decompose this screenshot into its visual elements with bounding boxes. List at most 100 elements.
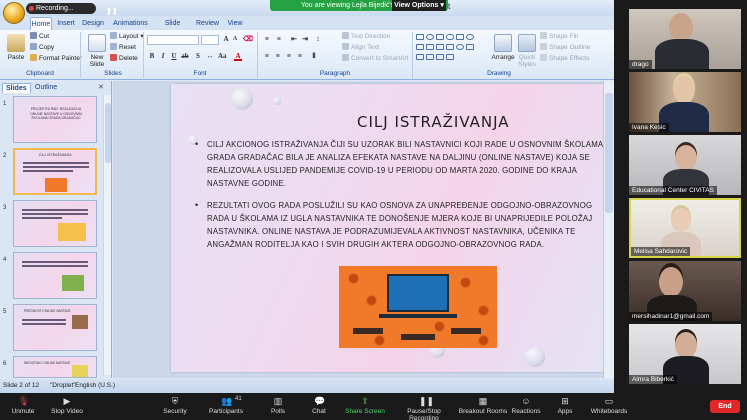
reset-button[interactable]: Reset [110,43,136,51]
convert-smartart-button[interactable]: Convert to SmartArt [342,54,408,62]
increase-indent-icon[interactable]: ⇥ [301,35,309,44]
participant-tile[interactable]: mersihadinar1@gmail.com [629,261,741,321]
whiteboards-button[interactable]: ▭ Whiteboards [584,396,634,420]
tab-slides[interactable]: Slides [2,83,31,93]
participant-tile[interactable]: Almra Biberkić [629,324,741,384]
cut-button[interactable]: Cut [30,32,49,40]
shrink-font-icon[interactable]: A [231,35,239,44]
smiley-shape-icon[interactable] [456,44,464,50]
align-center-icon[interactable]: ≡ [274,52,282,61]
participants-button[interactable]: 👥 41 Participants [201,396,251,420]
stop-video-button[interactable]: ▶ Stop Video [42,396,92,420]
align-text-button[interactable]: Align Text [342,43,379,51]
pause-stop-recording-button[interactable]: ❚❚ Pause/Stop Recording [392,396,456,420]
shape-fill-button[interactable]: Shape Fill [540,32,578,40]
slides-pane-scrollbar[interactable] [103,95,111,375]
bullets-icon[interactable]: ≡ [263,35,271,44]
change-case-icon[interactable]: Aa [218,52,227,61]
align-left-icon[interactable]: ≡ [263,52,271,61]
grow-font-icon[interactable]: A [222,35,230,44]
justify-icon[interactable]: ≡ [296,52,304,61]
share-screen-button[interactable]: ⇪ Share Screen [340,396,390,420]
participant-tile[interactable]: Ivana Kesic [629,72,741,132]
underline-icon[interactable]: U [170,52,178,61]
scroll-thumb[interactable] [605,93,613,213]
arrow-shape-icon[interactable] [456,34,464,40]
wave-shape-icon[interactable] [446,54,454,60]
tab-review[interactable]: Review [196,17,219,30]
italic-icon[interactable]: I [159,52,167,61]
slide-canvas[interactable]: CILJ ISTRAŽIVANJA • Cilj akcionog istraž… [171,84,611,372]
shape-effects-button[interactable]: Shape Effects [540,54,589,62]
paste-button[interactable]: Paste [3,32,29,72]
text-direction-button[interactable]: Text Direction [342,32,390,40]
font-size-box[interactable] [201,35,219,45]
status-bar: Slide 2 of 12 "Droplet" English (U.S.) [0,379,614,393]
bracket-shape-icon[interactable] [436,54,444,60]
tab-view[interactable]: View [226,17,244,30]
columns-icon[interactable]: ⫴ [310,52,318,61]
copy-icon [30,43,37,50]
scroll-thumb[interactable] [105,103,111,163]
slide-thumbnail-selected[interactable]: CILJ ISTRAŽIVANJA [13,148,97,195]
slide-scrollbar[interactable] [603,81,614,378]
office-button[interactable] [3,2,25,24]
chat-button[interactable]: 💬 Chat [294,396,344,420]
decrease-indent-icon[interactable]: ⇤ [290,35,298,44]
participant-tile[interactable]: Educational Center CIVITAS [629,135,741,195]
tab-outline[interactable]: Outline [32,83,60,93]
char-spacing-icon[interactable]: ↔ [206,52,214,61]
tab-design[interactable]: Design [82,17,104,30]
view-options-button[interactable]: View Options ▾ [392,0,446,11]
slide-thumbnail[interactable]: NEDOSTACI ONLINE NASTAVE [13,356,97,378]
end-meeting-button[interactable]: End [710,400,740,413]
bold-icon[interactable]: B [148,52,156,61]
oval-shape-icon[interactable] [426,34,434,40]
participant-tile[interactable]: drago [629,9,741,69]
slide-number: 5 [3,309,7,315]
rounded-rect-shape-icon[interactable] [446,34,454,40]
line-spacing-icon[interactable]: ↕ [314,35,322,44]
chevron-shape-icon[interactable] [446,44,454,50]
shapes-gallery[interactable] [416,34,492,64]
clear-format-icon[interactable]: ⌫ [243,35,253,44]
font-color-icon[interactable]: A [234,52,242,61]
new-slide-button[interactable]: New Slide [84,32,110,72]
slide-thumbnail[interactable] [13,252,97,299]
tab-slide-show[interactable]: Slide Show [155,17,190,40]
close-pane-icon[interactable]: ✕ [98,83,104,91]
triangle-shape-icon[interactable] [416,44,424,50]
unmute-button[interactable]: 🎙 Unmute [0,396,48,420]
circle-shape-icon[interactable] [466,34,474,40]
tab-insert[interactable]: Insert [56,17,76,30]
quick-styles-button[interactable]: Quick Styles [516,32,538,72]
security-button[interactable]: ⛨ Security [150,396,200,420]
line-shape-icon[interactable] [436,34,444,40]
shape-outline-button[interactable]: Shape Outline [540,43,590,51]
language-indicator[interactable]: English (U.S.) [75,379,115,393]
apps-button[interactable]: ⊞ Apps [540,396,590,420]
delete-slide-button[interactable]: Delete [110,54,138,62]
rectangle-shape-icon[interactable] [416,34,424,40]
font-name-box[interactable] [147,35,199,45]
arrange-button[interactable]: Arrange [490,32,516,72]
parallelogram-shape-icon[interactable] [426,44,434,50]
shadow-text-icon[interactable]: S [194,52,202,61]
strikethrough-icon[interactable]: ab [181,52,189,61]
star-shape-icon[interactable] [466,44,474,50]
slide-thumbnail[interactable]: PREDNOSTI ONLINE NASTAVE [13,304,97,351]
align-right-icon[interactable]: ≡ [285,52,293,61]
slide-thumbnail[interactable] [13,200,97,247]
tab-animations[interactable]: Animations [113,17,148,30]
slide-thumbnail[interactable]: PROJEKTNI RAD: REALIZACIJA ONLINE NASTAV… [13,96,97,143]
curve-shape-icon[interactable] [416,54,424,60]
participant-tile-active-speaker[interactable]: Melisa Sahdarovic [629,198,741,258]
block-arrow-shape-icon[interactable] [436,44,444,50]
recording-indicator[interactable]: Recording... ❚❚ [26,3,118,15]
numbering-icon[interactable]: ≡ [275,35,283,44]
brace-shape-icon[interactable] [426,54,434,60]
format-painter-button[interactable]: Format Painter [30,54,82,62]
tab-home[interactable]: Home [30,17,52,30]
copy-button[interactable]: Copy [30,43,54,51]
layout-button[interactable]: Layout ▾ [110,32,144,40]
